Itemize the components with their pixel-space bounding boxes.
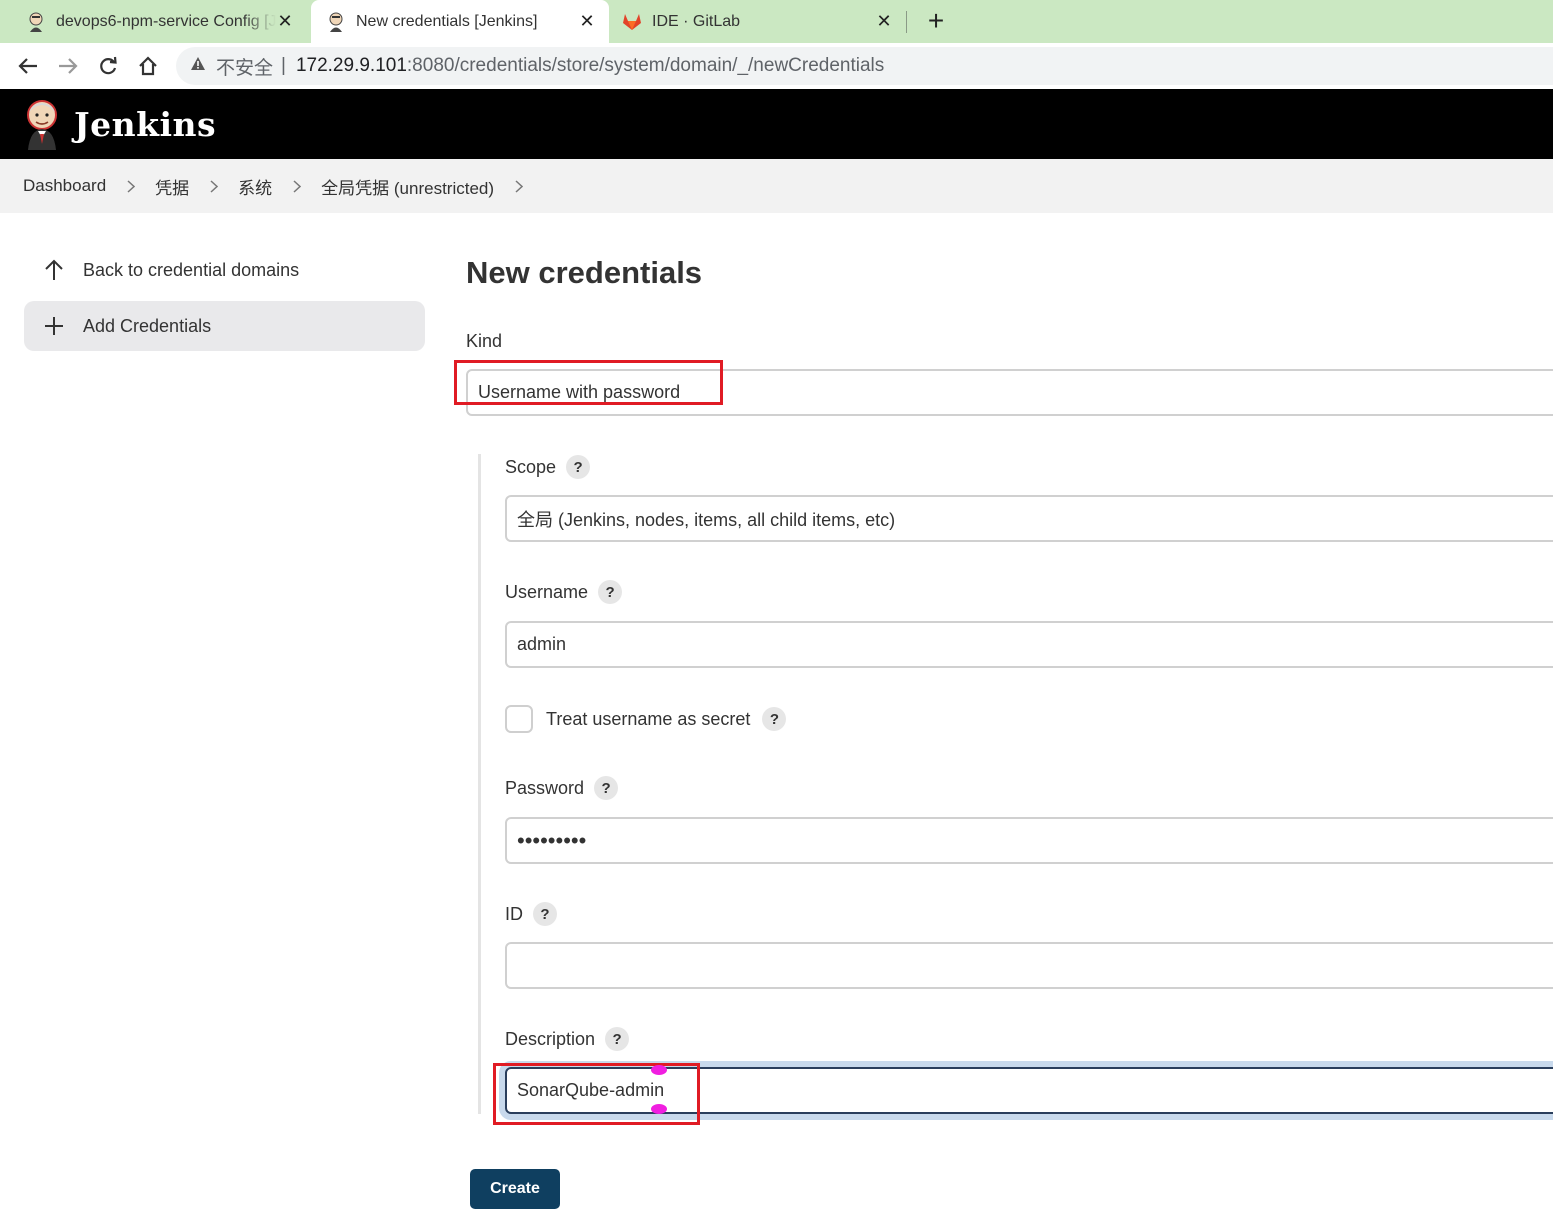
id-input[interactable] bbox=[505, 942, 1553, 989]
help-icon[interactable]: ? bbox=[594, 776, 619, 800]
sidebar-item-label: Back to credential domains bbox=[83, 259, 300, 280]
create-button[interactable]: Create bbox=[470, 1169, 560, 1209]
page-title: New credentials bbox=[466, 255, 703, 290]
breadcrumb-global-credentials[interactable]: 全局凭据 (unrestricted) bbox=[321, 174, 494, 199]
description-label: Description? bbox=[505, 1027, 630, 1051]
username-label: Username? bbox=[505, 580, 623, 604]
forward-arrow-icon[interactable] bbox=[54, 53, 82, 79]
chevron-right-icon[interactable] bbox=[515, 179, 524, 193]
chevron-right-icon bbox=[210, 179, 219, 193]
password-input[interactable]: ••••••••• bbox=[505, 817, 1553, 864]
help-icon[interactable]: ? bbox=[566, 455, 591, 479]
browser-tab-bar: devops6-npm-service Config [Jenkins] ✕ N… bbox=[0, 0, 1553, 43]
jenkins-favicon-icon bbox=[26, 12, 46, 32]
password-label: Password? bbox=[505, 776, 619, 800]
jenkins-brand[interactable]: Jenkins bbox=[74, 105, 216, 144]
help-icon[interactable]: ? bbox=[605, 1027, 630, 1051]
sidebar-item-add-credentials[interactable]: Add Credentials bbox=[24, 301, 425, 351]
jenkins-header: Jenkins bbox=[0, 89, 1553, 159]
url-path: :8080/credentials/store/system/domain/_/… bbox=[406, 55, 885, 76]
kind-label: Kind bbox=[466, 331, 503, 351]
reload-icon[interactable] bbox=[94, 53, 122, 79]
url-divider: | bbox=[281, 55, 286, 76]
treat-username-secret-label: Treat username as secret? bbox=[546, 707, 787, 731]
url-host: 172.29.9.101 bbox=[295, 55, 407, 76]
help-icon[interactable]: ? bbox=[598, 580, 623, 604]
tab-close-icon[interactable]: ✕ bbox=[874, 11, 894, 32]
scope-select[interactable]: 全局 (Jenkins, nodes, items, all child ite… bbox=[505, 495, 1553, 542]
security-status: 不安全 bbox=[216, 57, 274, 79]
url-bar[interactable]: 不安全 | 172.29.9.101 :8080/credentials/sto… bbox=[176, 47, 1553, 85]
plus-icon bbox=[42, 314, 66, 338]
sidebar-item-back[interactable]: Back to credential domains bbox=[24, 245, 425, 295]
address-toolbar: 不安全 | 172.29.9.101 :8080/credentials/sto… bbox=[0, 43, 1553, 89]
highlight-box-description bbox=[493, 1063, 700, 1125]
breadcrumb: Dashboard 凭据 系统 全局凭据 (unrestricted) bbox=[0, 159, 1553, 213]
username-input[interactable]: admin bbox=[505, 621, 1553, 668]
help-icon[interactable]: ? bbox=[762, 707, 787, 731]
tab-close-icon[interactable]: ✕ bbox=[275, 11, 295, 32]
back-arrow-icon[interactable] bbox=[14, 53, 42, 79]
breadcrumb-dashboard[interactable]: Dashboard bbox=[23, 176, 106, 196]
arrow-up-icon bbox=[42, 258, 66, 282]
username-value: admin bbox=[517, 634, 567, 654]
jenkins-favicon-icon bbox=[326, 12, 346, 32]
nested-section-bar bbox=[478, 454, 481, 1114]
warning-triangle-icon bbox=[190, 55, 206, 77]
home-icon[interactable] bbox=[134, 53, 162, 79]
browser-tab-config[interactable]: devops6-npm-service Config [Jenkins] ✕ bbox=[0, 0, 307, 43]
chevron-right-icon bbox=[293, 179, 302, 193]
tab-title: devops6-npm-service Config [Jenkins] bbox=[56, 12, 276, 30]
gitlab-favicon-icon bbox=[622, 12, 642, 32]
chevron-right-icon bbox=[127, 179, 136, 193]
browser-tab-new-credentials[interactable]: New credentials [Jenkins] ✕ bbox=[311, 0, 609, 43]
new-tab-icon[interactable]: + bbox=[923, 6, 949, 36]
browser-tab-gitlab[interactable]: IDE · GitLab ✕ bbox=[610, 0, 906, 43]
help-icon[interactable]: ? bbox=[533, 902, 557, 926]
text-selection-handle-icon[interactable] bbox=[651, 1065, 667, 1075]
jenkins-logo-icon[interactable] bbox=[22, 98, 62, 150]
tab-title: IDE · GitLab bbox=[652, 12, 741, 30]
text-selection-handle-icon[interactable] bbox=[651, 1104, 667, 1114]
highlight-box-kind bbox=[454, 360, 723, 405]
sidebar-item-label: Add Credentials bbox=[83, 315, 212, 336]
scope-value: 全局 (Jenkins, nodes, items, all child ite… bbox=[517, 509, 896, 530]
password-value: ••••••••• bbox=[517, 827, 587, 853]
tab-close-icon[interactable]: ✕ bbox=[577, 11, 597, 32]
id-label: ID? bbox=[505, 902, 557, 926]
tab-title: New credentials [Jenkins] bbox=[356, 12, 538, 30]
scope-label: Scope? bbox=[505, 455, 591, 479]
treat-username-secret-checkbox[interactable] bbox=[505, 705, 533, 733]
tab-separator bbox=[906, 11, 907, 33]
breadcrumb-credentials[interactable]: 凭据 bbox=[155, 174, 189, 199]
breadcrumb-system[interactable]: 系统 bbox=[238, 174, 272, 199]
